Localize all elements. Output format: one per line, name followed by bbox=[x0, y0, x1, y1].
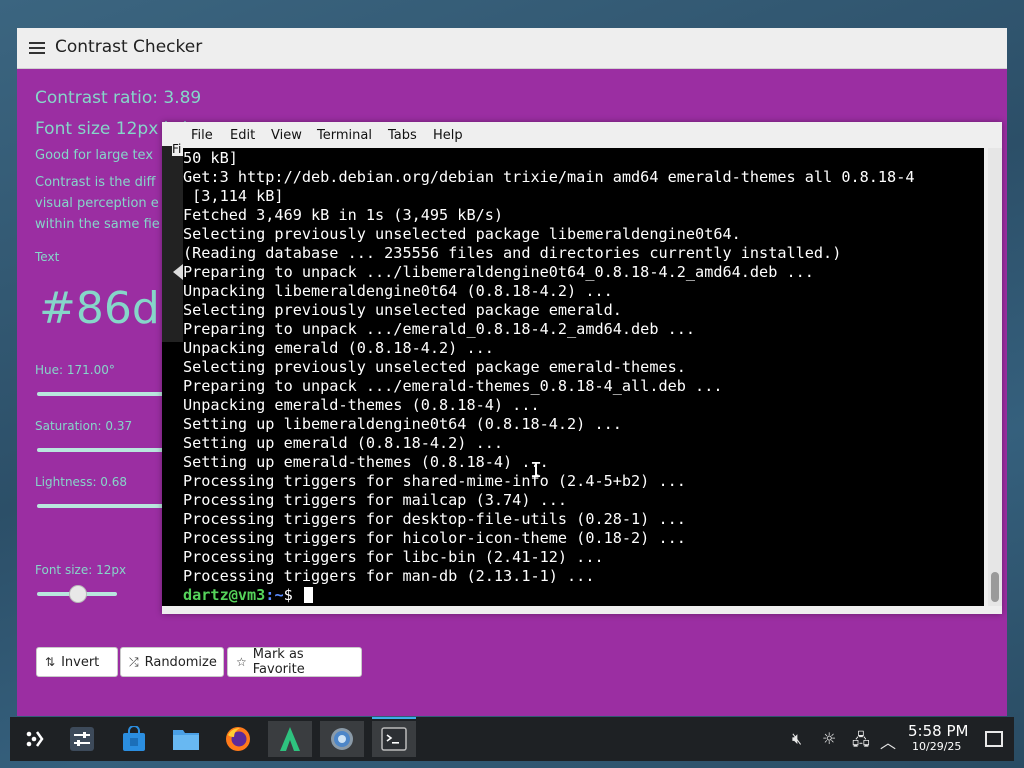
brightness-icon[interactable]: ☼ bbox=[822, 729, 836, 748]
good-for-text: Good for large tex bbox=[35, 148, 154, 163]
hue-label: Hue: 171.00° bbox=[35, 363, 115, 377]
background-window-menu-text: Fi bbox=[172, 142, 183, 156]
terminal-active-indicator bbox=[372, 717, 416, 719]
description-line-3: within the same fie bbox=[35, 217, 160, 232]
terminal-bottom-edge bbox=[162, 606, 862, 614]
text-cursor bbox=[303, 587, 313, 603]
star-icon: ☆ bbox=[236, 655, 247, 669]
randomize-button[interactable]: ⤮ Randomize bbox=[120, 647, 224, 677]
terminal-output-area[interactable]: 50 kB] Get:3 http://deb.debian.org/debia… bbox=[162, 148, 984, 606]
contrast-ratio: Contrast ratio: 3.89 bbox=[35, 88, 202, 108]
menu-terminal[interactable]: Terminal bbox=[317, 128, 372, 143]
background-window-fragment: Fi bbox=[162, 142, 183, 342]
back-arrow-icon bbox=[173, 264, 183, 280]
contrast-checker-header: Contrast Checker bbox=[17, 28, 1007, 69]
terminal-output-text: 50 kB] Get:3 http://deb.debian.org/debia… bbox=[183, 149, 915, 585]
saturation-slider[interactable] bbox=[37, 448, 167, 452]
terminal-icon[interactable] bbox=[372, 721, 416, 757]
software-store-icon[interactable] bbox=[112, 721, 156, 757]
saturation-label: Saturation: 0.37 bbox=[35, 419, 133, 433]
font-size-slider-handle[interactable] bbox=[69, 585, 87, 603]
randomize-button-label: Randomize bbox=[144, 654, 217, 670]
system-settings-gear-icon[interactable] bbox=[320, 721, 364, 757]
text-color-label: Text bbox=[35, 250, 60, 264]
terminal-prompt[interactable]: dartz@vm3:~$ bbox=[183, 586, 313, 605]
prompt-symbol: $ bbox=[283, 586, 293, 604]
chevron-up-icon[interactable]: ︿ bbox=[880, 729, 896, 753]
prompt-path: :~ bbox=[265, 586, 284, 604]
menu-view[interactable]: View bbox=[271, 128, 302, 143]
lightness-label: Lightness: 0.68 bbox=[35, 475, 128, 489]
emerald-icon[interactable] bbox=[268, 721, 312, 757]
menu-file[interactable]: File bbox=[191, 128, 213, 143]
prompt-user: dartz@vm3 bbox=[183, 586, 266, 604]
hamburger-menu-icon[interactable] bbox=[29, 42, 45, 54]
terminal-window: File Edit View Terminal Tabs Help 50 kB]… bbox=[162, 122, 1002, 614]
shuffle-icon: ⤮ bbox=[129, 654, 139, 669]
mouse-ibeam-cursor: I bbox=[530, 458, 543, 482]
invert-button[interactable]: ⇅ Invert bbox=[36, 647, 118, 677]
file-manager-icon[interactable] bbox=[164, 721, 208, 757]
lightness-slider[interactable] bbox=[37, 504, 167, 508]
description-line-1: Contrast is the diff bbox=[35, 175, 156, 190]
terminal-scrollbar-thumb[interactable] bbox=[991, 572, 999, 602]
background-window-fragment-lower bbox=[162, 342, 183, 592]
window-title: Contrast Checker bbox=[55, 37, 203, 57]
network-icon[interactable]: 🖧︎ bbox=[852, 729, 870, 756]
terminal-menubar: File Edit View Terminal Tabs Help bbox=[162, 122, 1002, 148]
terminal-scrollbar[interactable] bbox=[988, 148, 1002, 606]
menu-help[interactable]: Help bbox=[433, 128, 463, 143]
mark-favorite-button[interactable]: ☆ Mark as Favorite bbox=[227, 647, 362, 677]
hue-slider[interactable] bbox=[37, 392, 167, 396]
description-line-2: visual perception e bbox=[35, 196, 159, 211]
app-launcher-icon[interactable] bbox=[12, 721, 56, 757]
mark-favorite-button-label: Mark as Favorite bbox=[252, 647, 305, 677]
clock-time[interactable]: 5:58 PM bbox=[908, 722, 968, 740]
swap-vertical-icon: ⇅ bbox=[45, 655, 56, 669]
settings-sliders-icon[interactable] bbox=[60, 721, 104, 757]
show-desktop-icon[interactable] bbox=[985, 731, 1003, 747]
menu-tabs[interactable]: Tabs bbox=[388, 128, 417, 143]
clock-date[interactable]: 10/29/25 bbox=[912, 740, 961, 753]
font-size-label: Font size: 12px bbox=[35, 563, 127, 577]
taskbar: 🔇︎ ☼ 🖧︎ ︿ 5:58 PM 10/29/25 bbox=[10, 717, 1014, 761]
volume-muted-icon[interactable]: 🔇︎ bbox=[792, 729, 802, 749]
invert-button-label: Invert bbox=[61, 654, 100, 670]
firefox-icon[interactable] bbox=[216, 721, 260, 757]
menu-edit[interactable]: Edit bbox=[230, 128, 255, 143]
